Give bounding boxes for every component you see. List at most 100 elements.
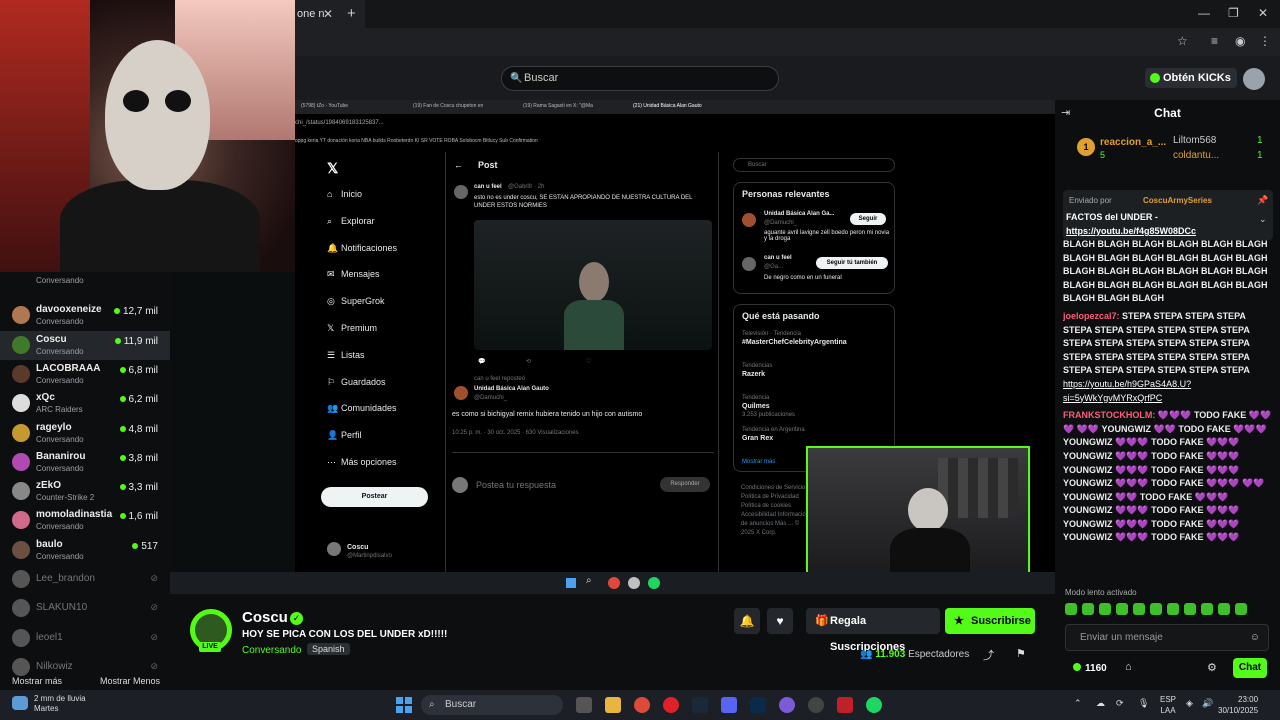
emote-icon[interactable] <box>1235 603 1247 615</box>
language-indicator[interactable]: ESP LAA <box>1160 694 1176 716</box>
streamer-name[interactable]: Coscu <box>242 609 288 626</box>
tab-close-icon[interactable]: ✕ <box>323 7 333 21</box>
chat-message-input[interactable]: Enviar un mensaje ☺ <box>1065 624 1269 651</box>
emote-icon[interactable] <box>1116 603 1128 615</box>
chat-username[interactable]: FRANKSTOCKHOLM: <box>1063 410 1155 420</box>
discord-icon[interactable] <box>721 697 737 713</box>
tray-chevron-icon[interactable]: ⌃ <box>1074 698 1082 709</box>
sidebar-channel[interactable]: LACOBRAAA Conversando 6,8 mil <box>0 360 170 389</box>
sidebar-channel[interactable]: zEkO Counter-Strike 2 3,3 mil <box>0 477 170 506</box>
kicks-balance[interactable]: 1160 <box>1073 663 1107 674</box>
taskbar-search[interactable]: ⌕ Buscar <box>421 695 563 715</box>
subscribe-button[interactable]: ★ Suscribirse <box>945 608 1035 634</box>
volume-icon[interactable]: 🔊 <box>1202 698 1213 709</box>
store-icon[interactable]: ⌂ <box>1125 661 1132 673</box>
emote-icon[interactable] <box>1082 603 1094 615</box>
cloud-icon[interactable]: ☁ <box>1096 698 1105 709</box>
channel-name: momoladinastia <box>36 509 113 521</box>
share-icon[interactable]: ⤴ <box>983 647 994 663</box>
repost-notice: can u feel reposteó <box>474 376 526 382</box>
weather-icon[interactable] <box>12 696 28 710</box>
emote-icon[interactable] <box>1065 603 1077 615</box>
channel-viewers: 3,8 mil <box>119 453 158 464</box>
sidebar-channel[interactable]: Bananirou Conversando 3,8 mil <box>0 448 170 477</box>
kick-coin-icon <box>1150 73 1160 83</box>
report-icon[interactable]: ⚑ <box>1016 647 1026 660</box>
reply-button: Responder <box>660 477 710 492</box>
spotify-icon[interactable] <box>866 697 882 713</box>
user-avatar[interactable] <box>1243 68 1265 90</box>
x-nav-icon: ✉ <box>327 269 335 280</box>
expand-pinned-icon[interactable]: ⌄ <box>1259 214 1267 225</box>
emote-icon[interactable] <box>1167 603 1179 615</box>
viewer-count: 11,9 mil <box>123 335 158 347</box>
start-icon[interactable] <box>396 697 412 713</box>
chat-link[interactable]: https://youtu.be/h9GPaS4A8.U?si=5yWkYgvM… <box>1063 379 1191 403</box>
unpin-icon[interactable]: 📌 <box>1257 195 1268 206</box>
obs-icon[interactable] <box>808 697 824 713</box>
pinned-by-label: Enviado por <box>1069 196 1112 205</box>
sidebar-channel[interactable]: SLAKUN10 ⊘ <box>0 594 170 623</box>
vpn-icon[interactable] <box>779 697 795 713</box>
mic-icon[interactable]: 🎙 <box>1138 698 1149 709</box>
channel-avatar <box>12 364 30 383</box>
follow-heart-button[interactable]: ♥ <box>767 608 793 634</box>
new-tab-icon[interactable]: + <box>347 5 356 22</box>
show-more-link[interactable]: Mostrar más <box>12 676 62 686</box>
channel-name: Coscu <box>36 333 67 345</box>
sidebar-channel[interactable]: Lee_brandon ⊘ <box>0 565 170 594</box>
sidebar-channel[interactable]: leoel1 ⊘ <box>0 624 170 653</box>
menu-icon[interactable]: ⋮ <box>1259 34 1271 48</box>
reading-list-icon[interactable]: ≡ <box>1211 34 1218 48</box>
close-window-icon[interactable]: ✕ <box>1258 6 1268 20</box>
photoshop-icon[interactable] <box>750 697 766 713</box>
steam-icon[interactable] <box>692 697 708 713</box>
chrome-icon[interactable] <box>634 697 650 713</box>
bookmark-star-icon[interactable]: ☆ <box>1177 34 1188 48</box>
pinned-link[interactable]: https://youtu.be/f4g85W08DCc <box>1066 226 1196 236</box>
profile-icon[interactable]: ◉ <box>1235 34 1245 48</box>
taskbar-clock[interactable]: 23:00 30/10/2025 <box>1218 694 1258 716</box>
sidebar-channel[interactable]: davooxeneize Conversando 12,7 mil <box>0 301 170 330</box>
emote-icon[interactable] <box>1150 603 1162 615</box>
gear-icon[interactable]: ⚙ <box>1207 661 1217 674</box>
maximize-icon[interactable]: ❐ <box>1228 6 1239 20</box>
tweet-handle: @Gabrifr · 2h <box>508 184 545 190</box>
show-less-link[interactable]: Mostrar Menos <box>100 676 160 686</box>
sync-icon[interactable]: ⟳ <box>1116 698 1124 709</box>
sidebar-channel[interactable]: Coscu Conversando 11,9 mil <box>0 330 170 360</box>
get-kicks-button[interactable]: Obtén KICKs <box>1145 68 1237 88</box>
emote-icon[interactable] <box>1184 603 1196 615</box>
minimize-icon[interactable]: — <box>1198 6 1210 20</box>
gift-subs-button[interactable]: 🎁 Regala Suscripciones <box>806 608 940 653</box>
emoji-picker-icon[interactable]: ☺ <box>1250 625 1260 650</box>
sidebar-channel[interactable]: xQc ARC Raiders 6,2 mil <box>0 389 170 418</box>
sidebar-channel[interactable]: rageylo Conversando 4,8 mil <box>0 419 170 448</box>
notification-bell-button[interactable]: 🔔 <box>734 608 760 634</box>
task-view-icon[interactable] <box>576 697 592 713</box>
channel-category: Conversando <box>36 317 84 327</box>
opera-icon[interactable] <box>663 697 679 713</box>
channel-avatar <box>12 628 30 647</box>
emote-icon[interactable] <box>1133 603 1145 615</box>
network-icon[interactable]: ◈ <box>1186 698 1193 709</box>
x-nav-label: Más opciones <box>341 457 397 467</box>
sidebar-channel[interactable]: baulo Conversando 517 <box>0 536 170 565</box>
emote-icon[interactable] <box>1099 603 1111 615</box>
chat-username[interactable]: joelopezcal7: <box>1063 311 1120 321</box>
chat-send-button[interactable]: Chat <box>1233 658 1267 678</box>
stream-category[interactable]: Conversando <box>242 645 301 656</box>
file-explorer-icon[interactable] <box>605 697 621 713</box>
sidebar-channel[interactable]: momoladinastia Conversando 1,6 mil <box>0 506 170 535</box>
app-icon[interactable] <box>837 697 853 713</box>
language-tag[interactable]: Spanish <box>307 643 350 655</box>
viewer-count: 4,8 mil <box>128 423 158 435</box>
emote-icon[interactable] <box>1201 603 1213 615</box>
weather-widget[interactable]: 2 mm de lluvia Martes <box>34 694 86 714</box>
emote-icon[interactable] <box>1218 603 1230 615</box>
chat-panel: ⇥ Chat 1 reaccion_a_... 5 Liltom568 1 co… <box>1055 100 1280 690</box>
inner-spotify-icon <box>648 577 660 589</box>
sidebar-channel[interactable]: Conversando <box>0 272 170 301</box>
search-input[interactable]: 🔍 Buscar <box>501 66 779 91</box>
live-dot-icon <box>119 454 126 461</box>
